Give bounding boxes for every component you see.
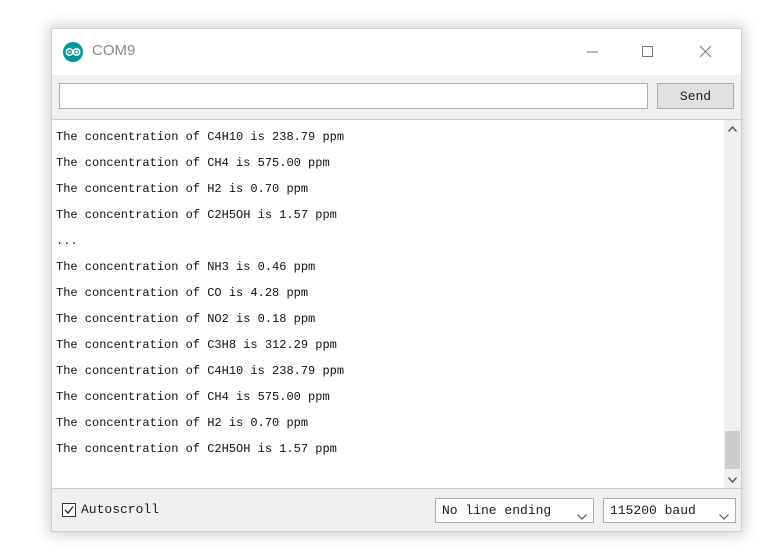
status-footer: Autoscroll No line ending 115200 baud (52, 489, 741, 531)
minimize-button[interactable] (571, 29, 615, 75)
line-ending-select[interactable]: No line ending (435, 498, 594, 523)
output-line: The concentration of C4H10 is 238.79 ppm (56, 364, 345, 378)
output-line: The concentration of C3H8 is 312.29 ppm (56, 338, 337, 352)
send-button[interactable]: Send (657, 83, 734, 109)
vertical-scrollbar[interactable] (724, 120, 741, 488)
chevron-down-icon (577, 507, 587, 525)
output-line: The concentration of C2H5OH is 1.57 ppm (56, 208, 337, 222)
arduino-infinity-icon (63, 42, 83, 62)
line-ending-value: No line ending (442, 503, 552, 518)
scroll-up-button[interactable] (724, 120, 741, 137)
serial-output-area[interactable]: The concentration of C4H10 is 238.79 ppm… (52, 119, 741, 489)
output-line: The concentration of NH3 is 0.46 ppm (56, 260, 316, 274)
baud-rate-value: 115200 baud (610, 503, 696, 518)
serial-monitor-window: COM9 Send The concentration of C4H10 is … (51, 28, 742, 532)
output-line: The concentration of CH4 is 575.00 ppm (56, 156, 330, 170)
output-lines: The concentration of C4H10 is 238.79 ppm… (56, 124, 716, 462)
autoscroll-label: Autoscroll (81, 502, 160, 517)
output-line: The concentration of C4H10 is 238.79 ppm (56, 130, 345, 144)
baud-rate-select[interactable]: 115200 baud (603, 498, 736, 523)
maximize-button[interactable] (626, 29, 670, 75)
output-line: ... (56, 234, 78, 248)
output-line: The concentration of H2 is 0.70 ppm (56, 416, 309, 430)
output-line: The concentration of H2 is 0.70 ppm (56, 182, 309, 196)
send-row: Send (52, 75, 741, 119)
output-line: The concentration of CH4 is 575.00 ppm (56, 390, 330, 404)
chevron-down-icon (719, 507, 729, 525)
window-title: COM9 (92, 42, 136, 59)
close-button[interactable] (684, 29, 728, 75)
autoscroll-checkbox[interactable] (62, 503, 76, 517)
output-line: The concentration of CO is 4.28 ppm (56, 286, 309, 300)
output-line: The concentration of C2H5OH is 1.57 ppm (56, 442, 337, 456)
scrollbar-thumb[interactable] (725, 431, 740, 469)
serial-input-field[interactable] (59, 83, 648, 109)
scroll-down-button[interactable] (724, 471, 741, 488)
title-bar[interactable]: COM9 (52, 29, 741, 75)
output-line: The concentration of NO2 is 0.18 ppm (56, 312, 316, 326)
